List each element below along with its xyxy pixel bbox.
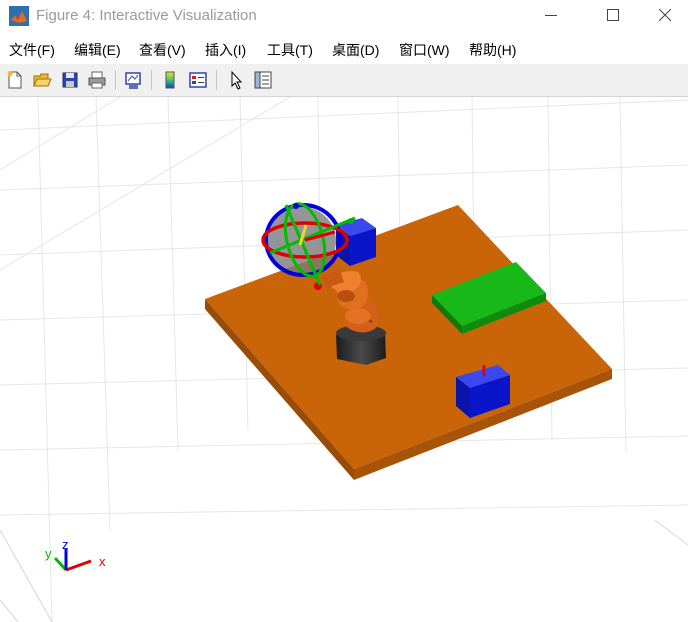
open-file-icon — [33, 73, 52, 87]
print-button[interactable] — [85, 68, 109, 92]
maximize-button[interactable] — [590, 3, 636, 29]
grid-line — [167, 97, 179, 451]
insert-legend-button[interactable] — [186, 68, 210, 92]
insert-legend-icon — [189, 72, 207, 88]
menu-file[interactable]: 文件(F) — [9, 40, 55, 60]
insert-colorbar-icon — [165, 71, 175, 89]
minimize-icon — [545, 15, 557, 16]
triad-y-label: y — [45, 546, 52, 561]
close-button[interactable] — [642, 3, 688, 29]
new-figure-button[interactable] — [3, 68, 27, 92]
grid-line — [0, 99, 688, 131]
maximize-icon — [607, 9, 619, 21]
link-plot-icon — [125, 72, 141, 89]
link-plot-button[interactable] — [121, 68, 145, 92]
menu-window[interactable]: 窗口(W) — [399, 40, 450, 60]
edit-plot-icon — [231, 70, 243, 90]
triad-z-label: z — [62, 537, 69, 552]
menu-desktop[interactable]: 桌面(D) — [332, 40, 379, 60]
open-file-button[interactable] — [30, 68, 54, 92]
grid-line — [0, 164, 688, 191]
minimize-button[interactable] — [528, 3, 574, 29]
grid-line — [239, 97, 249, 431]
property-inspector-button[interactable] — [251, 68, 275, 92]
save-icon — [62, 72, 78, 88]
grid-line — [0, 97, 291, 271]
new-figure-icon — [7, 71, 22, 89]
orientation-triad: x y z — [45, 537, 106, 572]
triad-x-label: x — [99, 554, 106, 569]
menu-edit[interactable]: 编辑(E) — [74, 40, 121, 60]
grid-line — [619, 97, 627, 453]
grid-line — [0, 504, 688, 516]
menu-view[interactable]: 查看(V) — [139, 40, 186, 60]
menu-insert[interactable]: 插入(I) — [205, 40, 246, 60]
window-title: Figure 4: Interactive Visualization — [36, 7, 257, 24]
grid-line — [95, 97, 111, 531]
close-icon — [659, 9, 671, 21]
save-button[interactable] — [58, 68, 82, 92]
figure-toolbar — [0, 64, 688, 97]
menu-tools[interactable]: 工具(T) — [267, 40, 313, 60]
menu-help[interactable]: 帮助(H) — [469, 40, 516, 60]
grid-line — [37, 97, 53, 622]
print-icon — [88, 71, 106, 89]
property-inspector-icon — [254, 71, 272, 89]
figure-canvas[interactable]: x y z — [0, 97, 688, 622]
menu-bar: 文件(F) 编辑(E) 查看(V) 插入(I) 工具(T) 桌面(D) 窗口(W… — [0, 36, 688, 62]
plot-3d-axes[interactable]: x y z — [0, 97, 688, 622]
matlab-logo-icon — [9, 6, 29, 26]
insert-colorbar-button[interactable] — [158, 68, 182, 92]
grid-line — [0, 97, 121, 171]
blue-box-back — [336, 218, 376, 266]
window-titlebar: Figure 4: Interactive Visualization — [0, 0, 688, 34]
edit-plot-button[interactable] — [224, 68, 248, 92]
